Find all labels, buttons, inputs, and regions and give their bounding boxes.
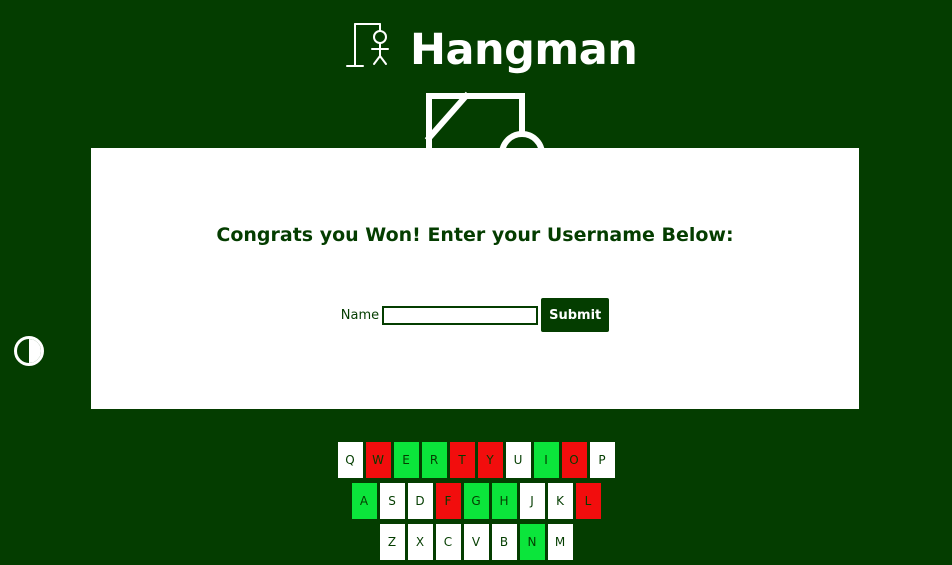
key-o[interactable]: O — [561, 442, 587, 478]
key-r[interactable]: R — [421, 442, 447, 478]
key-z[interactable]: Z — [379, 524, 405, 560]
key-g[interactable]: G — [463, 483, 489, 519]
hangman-gallows-icon — [346, 23, 389, 67]
contrast-half-circle-icon — [14, 336, 44, 366]
key-u[interactable]: U — [505, 442, 531, 478]
key-h[interactable]: H — [491, 483, 517, 519]
key-n[interactable]: N — [519, 524, 545, 560]
key-f[interactable]: F — [435, 483, 461, 519]
keyboard-row: Q W E R T Y U I O P — [0, 442, 952, 478]
key-x[interactable]: X — [407, 524, 433, 560]
win-message: Congrats you Won! Enter your Username Be… — [216, 224, 734, 246]
key-c[interactable]: C — [435, 524, 461, 560]
key-d[interactable]: D — [407, 483, 433, 519]
page-title: Hangman — [410, 25, 638, 75]
key-m[interactable]: M — [547, 524, 573, 560]
keyboard-row: A S D F G H J K L — [0, 483, 952, 519]
username-input[interactable] — [382, 305, 539, 325]
submit-button[interactable]: Submit — [541, 298, 610, 332]
key-s[interactable]: S — [379, 483, 405, 519]
key-y[interactable]: Y — [477, 442, 503, 478]
gallows-drawing — [424, 91, 545, 148]
username-form: Name Submit — [91, 298, 859, 332]
key-a[interactable]: A — [351, 483, 377, 519]
key-t[interactable]: T — [449, 442, 475, 478]
header: Hangman — [0, 18, 952, 80]
key-l[interactable]: L — [575, 483, 601, 519]
key-j[interactable]: J — [519, 483, 545, 519]
contrast-toggle-button[interactable] — [13, 335, 45, 367]
win-dialog: Congrats you Won! Enter your Username Be… — [91, 148, 859, 409]
letter-keyboard: Q W E R T Y U I O P A S D F G H J K L Z … — [0, 442, 952, 565]
key-k[interactable]: K — [547, 483, 573, 519]
key-p[interactable]: P — [589, 442, 615, 478]
key-w[interactable]: W — [365, 442, 391, 478]
key-q[interactable]: Q — [337, 442, 363, 478]
key-e[interactable]: E — [393, 442, 419, 478]
keyboard-row: Z X C V B N M — [0, 524, 952, 560]
key-b[interactable]: B — [491, 524, 517, 560]
key-v[interactable]: V — [463, 524, 489, 560]
name-label: Name — [340, 307, 380, 323]
key-i[interactable]: I — [533, 442, 559, 478]
